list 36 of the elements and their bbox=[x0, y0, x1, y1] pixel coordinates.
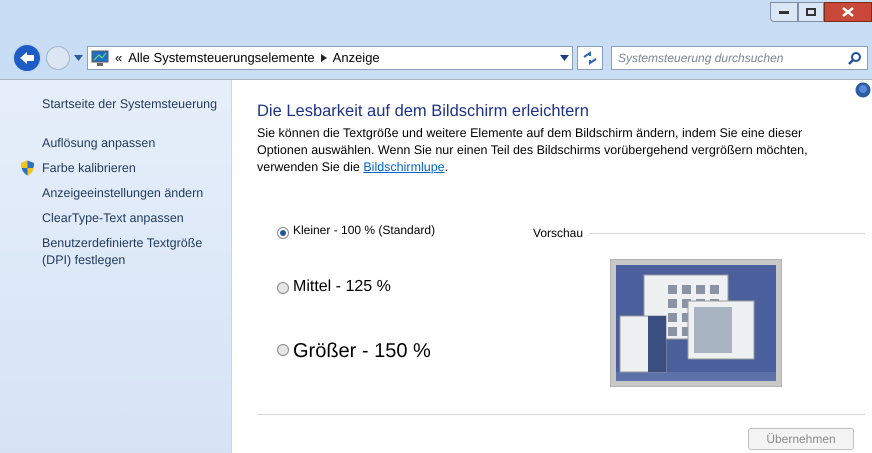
sidebar-link[interactable]: Startseite der Systemsteuerung bbox=[42, 96, 218, 113]
search-icon bbox=[848, 52, 861, 64]
search-field[interactable]: Systemsteuerung durchsuchen bbox=[611, 46, 868, 70]
close-button[interactable] bbox=[824, 2, 872, 22]
option-label[interactable]: Größer - 150 % bbox=[293, 341, 431, 361]
maximize-button[interactable] bbox=[798, 2, 824, 22]
dropdown-arrow-icon[interactable] bbox=[74, 55, 83, 61]
preview-label: Vorschau bbox=[533, 225, 584, 242]
back-button[interactable] bbox=[12, 43, 42, 73]
sidebar-link[interactable]: Benutzerdefinierte Textgröße (DPI) festlegen bbox=[42, 235, 225, 269]
sidebar-link[interactable]: Auflösung anpassen bbox=[42, 135, 156, 152]
breadcrumb[interactable]: Anzeige bbox=[332, 48, 380, 68]
radio-button[interactable] bbox=[277, 227, 289, 239]
breadcrumb-overflow[interactable]: « bbox=[115, 48, 122, 68]
close-icon bbox=[842, 7, 854, 17]
page-heading: Die Lesbarkeit auf dem Bildschirm erleichtern bbox=[257, 101, 590, 122]
chevron-right-icon[interactable] bbox=[320, 54, 327, 62]
refresh-button[interactable] bbox=[577, 46, 603, 70]
option-label[interactable]: Mittel - 125 % bbox=[293, 279, 391, 295]
option-label[interactable]: Kleiner - 100 % (Standard) bbox=[293, 224, 436, 236]
sidebar-link[interactable]: ClearType-Text anpassen bbox=[42, 210, 184, 227]
radio-button[interactable] bbox=[277, 344, 289, 356]
refresh-icon bbox=[582, 51, 598, 65]
description-text: Sie können die Textgröße und weitere Elemente auf dem Bildschirm ändern, indem Sie eine dieser Optionen auswählen. Wenn Sie nur einen Teil des Bildschirms vorübergehend vergrößern möchten, verwenden Sie die Bildschirmlupe. bbox=[257, 125, 809, 176]
radio-button[interactable] bbox=[277, 282, 289, 294]
dropdown-arrow-icon[interactable] bbox=[560, 55, 569, 61]
left-arrow-icon bbox=[19, 51, 35, 65]
magnifier-link[interactable]: Bildschirmlupe bbox=[363, 160, 445, 174]
search-input[interactable]: Systemsteuerung durchsuchen bbox=[618, 49, 848, 67]
monitor-icon bbox=[91, 50, 109, 66]
sidebar-link[interactable]: Anzeigeeinstellungen ändern bbox=[42, 185, 204, 202]
shield-icon bbox=[20, 160, 35, 176]
breadcrumb[interactable]: Alle Systemsteuerungselemente bbox=[128, 48, 315, 68]
sidebar-link[interactable]: Farbe kalibrieren bbox=[42, 160, 136, 177]
address-bar[interactable]: « Alle Systemsteuerungselemente Anzeige bbox=[87, 46, 573, 70]
minimize-button[interactable] bbox=[770, 2, 798, 22]
